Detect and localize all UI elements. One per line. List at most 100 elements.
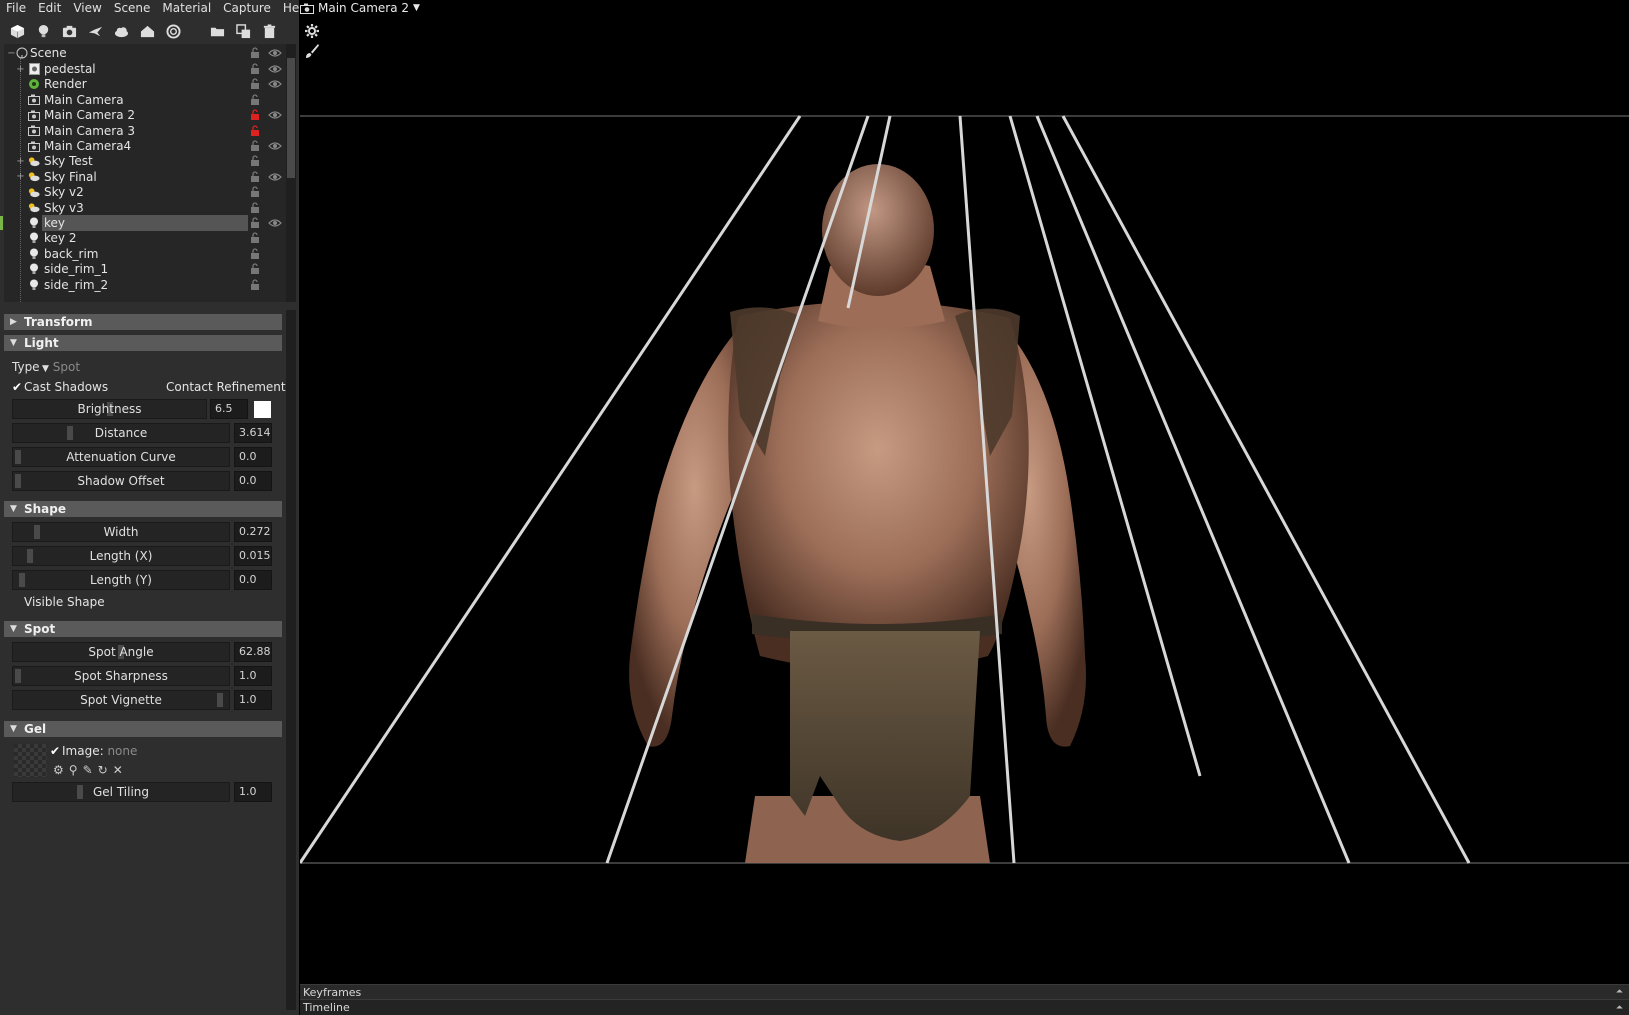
tree-item-main-camera4[interactable]: Main Camera4 bbox=[4, 138, 286, 154]
lock-icon[interactable] bbox=[250, 232, 260, 244]
spot-sharpness-slider[interactable]: Spot Sharpness bbox=[12, 666, 230, 686]
lock-icon[interactable] bbox=[250, 263, 260, 275]
eye-icon[interactable] bbox=[268, 172, 282, 182]
menu-capture[interactable]: Capture bbox=[217, 0, 277, 16]
type-dropdown[interactable]: ▼ Spot bbox=[42, 359, 80, 377]
eye-icon[interactable] bbox=[268, 79, 282, 89]
swirl-icon[interactable] bbox=[164, 22, 182, 40]
3d-viewport[interactable] bbox=[300, 16, 1629, 984]
length-x-input[interactable]: 0.015 bbox=[234, 546, 272, 566]
expand-up-icon[interactable]: ⏶ bbox=[1616, 985, 1623, 1000]
gear-icon[interactable]: ⚙ bbox=[53, 763, 64, 777]
folder-icon[interactable] bbox=[208, 22, 226, 40]
tree-item-side-rim-1[interactable]: side_rim_1 bbox=[4, 261, 286, 277]
lock-icon[interactable] bbox=[250, 124, 260, 137]
sky-icon[interactable] bbox=[112, 22, 130, 40]
slider-knob[interactable] bbox=[15, 450, 21, 464]
shadow-offset-slider[interactable]: Shadow Offset bbox=[12, 471, 230, 491]
tree-item-sky-test[interactable]: + Sky Test bbox=[4, 153, 286, 169]
eye-icon[interactable] bbox=[268, 218, 282, 228]
length-y-input[interactable]: 0.0 bbox=[234, 570, 272, 590]
spot-angle-input[interactable]: 62.88 bbox=[234, 642, 272, 662]
slider-knob[interactable] bbox=[27, 549, 34, 563]
length-y-slider[interactable]: Length (Y) bbox=[12, 570, 230, 590]
gel-tiling-input[interactable]: 1.0 bbox=[234, 782, 272, 802]
lock-icon[interactable] bbox=[250, 155, 260, 167]
brightness-color-swatch[interactable] bbox=[254, 401, 271, 418]
gel-image-checkbox[interactable]: ✔ Image: none bbox=[50, 743, 137, 759]
width-slider[interactable]: Width bbox=[12, 522, 230, 542]
tree-item-main-camera-3[interactable]: Main Camera 3 bbox=[4, 123, 286, 139]
spot-vignette-input[interactable]: 1.0 bbox=[234, 690, 272, 710]
trash-icon[interactable] bbox=[260, 22, 278, 40]
tree-item-key-2[interactable]: key 2 bbox=[4, 230, 286, 246]
tree-item-back-rim[interactable]: back_rim bbox=[4, 246, 286, 262]
cast-shadows-checkbox[interactable]: ✔ Cast Shadows bbox=[12, 379, 108, 395]
lock-icon[interactable] bbox=[250, 94, 260, 106]
close-icon[interactable]: ✕ bbox=[113, 763, 123, 777]
eye-icon[interactable] bbox=[268, 64, 282, 74]
refresh-icon[interactable]: ↻ bbox=[98, 763, 108, 777]
bird-icon[interactable] bbox=[86, 22, 104, 40]
section-gel[interactable]: ▼ Gel bbox=[4, 721, 282, 737]
keyframes-panel-toggle[interactable]: Keyframes ⏶ bbox=[300, 984, 1629, 999]
tree-item-render[interactable]: Render bbox=[4, 76, 286, 92]
spot-vignette-slider[interactable]: Spot Vignette bbox=[12, 690, 230, 710]
lock-icon[interactable] bbox=[250, 78, 260, 90]
expand-up-icon[interactable]: ⏶ bbox=[1616, 1000, 1623, 1015]
camera-add-icon[interactable] bbox=[60, 22, 78, 40]
slider-knob[interactable] bbox=[15, 669, 21, 683]
slider-knob[interactable] bbox=[216, 693, 223, 707]
section-spot[interactable]: ▼ Spot bbox=[4, 621, 282, 637]
slider-knob[interactable] bbox=[19, 573, 26, 587]
menu-view[interactable]: View bbox=[67, 0, 107, 16]
pencil-icon[interactable]: ✎ bbox=[83, 763, 93, 777]
eye-icon[interactable] bbox=[268, 48, 282, 58]
gel-image-thumbnail[interactable] bbox=[14, 744, 47, 777]
tree-root-scene[interactable]: − Scene bbox=[4, 45, 286, 61]
lock-icon[interactable] bbox=[250, 47, 260, 59]
lock-icon[interactable] bbox=[250, 201, 260, 214]
width-input[interactable]: 0.272 bbox=[234, 522, 272, 542]
tree-item-main-camera[interactable]: Main Camera bbox=[4, 92, 286, 108]
expand-icon[interactable]: + bbox=[16, 156, 25, 166]
brightness-input[interactable]: 6.5 bbox=[210, 399, 248, 419]
length-x-slider[interactable]: Length (X) bbox=[12, 546, 230, 566]
attenuation-slider[interactable]: Attenuation Curve bbox=[12, 447, 230, 467]
eye-icon[interactable] bbox=[268, 110, 282, 120]
spot-sharpness-input[interactable]: 1.0 bbox=[234, 666, 272, 686]
slider-knob[interactable] bbox=[33, 525, 40, 539]
bulb-icon[interactable] bbox=[34, 22, 52, 40]
distance-input[interactable]: 3.614 bbox=[234, 423, 272, 443]
tree-item-main-camera-2[interactable]: Main Camera 2 bbox=[4, 107, 286, 123]
lock-icon[interactable] bbox=[250, 140, 260, 152]
shadow-offset-input[interactable]: 0.0 bbox=[234, 471, 272, 491]
menu-file[interactable]: File bbox=[0, 0, 32, 16]
lock-icon[interactable] bbox=[250, 63, 260, 75]
expand-icon[interactable]: + bbox=[16, 172, 25, 182]
duplicate-icon[interactable] bbox=[234, 22, 252, 40]
tree-item-side-rim-2[interactable]: side_rim_2 bbox=[4, 277, 286, 293]
menu-scene[interactable]: Scene bbox=[108, 0, 157, 16]
section-light[interactable]: ▼ Light bbox=[4, 335, 282, 351]
visible-shape-checkbox[interactable]: Visible Shape bbox=[12, 594, 105, 610]
tree-item-pedestal[interactable]: + pedestal bbox=[4, 61, 286, 77]
lock-icon[interactable] bbox=[250, 109, 260, 121]
tree-item-sky-v2[interactable]: Sky v2 bbox=[4, 184, 286, 200]
tree-item-sky-final[interactable]: + Sky Final bbox=[4, 169, 286, 185]
menu-edit[interactable]: Edit bbox=[32, 0, 67, 16]
spot-angle-slider[interactable]: Spot Angle bbox=[12, 642, 230, 662]
contact-refinement-checkbox[interactable]: Contact Refinement bbox=[154, 379, 286, 395]
tree-scrollbar[interactable] bbox=[286, 44, 296, 302]
distance-slider[interactable]: Distance bbox=[12, 423, 230, 443]
brightness-slider[interactable]: Brightness bbox=[12, 399, 207, 419]
section-shape[interactable]: ▼ Shape bbox=[4, 501, 282, 517]
slider-knob[interactable] bbox=[66, 426, 73, 440]
eye-icon[interactable] bbox=[268, 141, 282, 151]
lock-icon[interactable] bbox=[250, 278, 260, 291]
slider-knob[interactable] bbox=[76, 785, 83, 799]
expand-icon[interactable]: + bbox=[16, 64, 25, 74]
section-transform[interactable]: ▶ Transform bbox=[4, 314, 282, 330]
tree-item-sky-v3[interactable]: Sky v3 bbox=[4, 200, 286, 216]
attenuation-input[interactable]: 0.0 bbox=[234, 447, 272, 467]
